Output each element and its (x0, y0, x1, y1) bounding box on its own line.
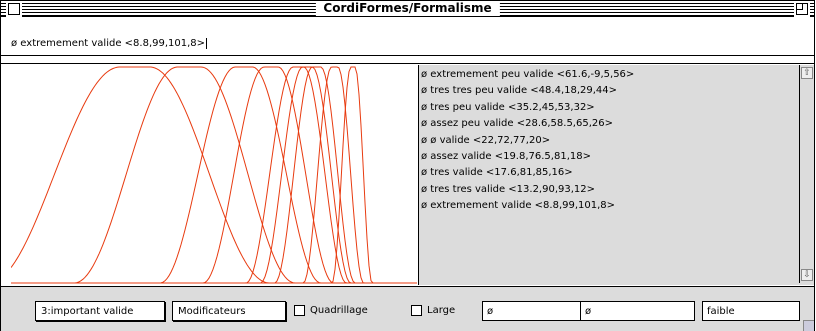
list-item[interactable]: ø tres tres valide <13.2,90,93,12> (421, 182, 799, 198)
grid-checkbox-box[interactable] (294, 304, 305, 316)
text-cursor (206, 37, 208, 49)
close-box-icon[interactable] (8, 3, 20, 15)
list-item[interactable]: ø assez valide <19.8,76.5,81,18> (421, 149, 799, 165)
list-item[interactable]: ø tres tres peu valide <48.4,18,29,44> (421, 83, 799, 99)
window-title: CordiFormes/Formalisme (315, 1, 500, 16)
resize-corner-icon[interactable] (803, 320, 814, 331)
membership-functions-graph[interactable] (11, 65, 417, 285)
large-checkbox-box[interactable] (411, 304, 422, 316)
parameter-field-3[interactable]: faible (702, 301, 800, 321)
membership-curve-4 (11, 66, 417, 284)
membership-curve-3 (11, 66, 417, 284)
selected-term-field[interactable]: ø extremement valide <8.8,99,101,8> (11, 36, 253, 52)
list-item[interactable]: ø extremement valide <8.8,99,101,8> (421, 198, 799, 214)
separator (1, 63, 814, 64)
importance-mode-button[interactable]: 3:important valide (35, 301, 165, 321)
bottom-toolbar: 3:important valide Modificateurs Quadril… (1, 286, 814, 331)
membership-curve-5 (11, 66, 417, 284)
membership-curve-7 (11, 66, 417, 284)
membership-curve-2 (11, 66, 417, 284)
scroll-down-arrow-icon[interactable]: ⇩ (801, 269, 813, 281)
list-item[interactable]: ø tres valide <17.6,81,85,16> (421, 165, 799, 181)
membership-curve-6 (11, 66, 417, 284)
parameter-field-2[interactable]: ø (580, 301, 695, 321)
terms-list-pane: ø extremement peu valide <61.6,-9,5,56> … (418, 65, 814, 285)
modifiers-button[interactable]: Modificateurs (172, 301, 286, 321)
list-item[interactable]: ø assez peu valide <28.6,58.5,65,26> (421, 116, 799, 132)
zoom-box-icon[interactable] (796, 3, 808, 15)
list-scrollbar[interactable]: ⇧ ⇩ (799, 65, 814, 283)
separator (1, 55, 814, 56)
membership-curve-1 (11, 66, 417, 284)
list-item[interactable]: ø ø valide <22,72,77,20> (421, 133, 799, 149)
membership-curve-8 (11, 66, 417, 284)
scroll-up-arrow-icon[interactable]: ⇧ (801, 67, 813, 79)
grid-checkbox[interactable]: Quadrillage (294, 304, 368, 318)
terms-list: ø extremement peu valide <61.6,-9,5,56> … (421, 67, 799, 281)
list-item[interactable]: ø tres peu valide <35.2,45,53,32> (421, 100, 799, 116)
title-bar[interactable]: CordiFormes/Formalisme (1, 1, 814, 17)
curves-canvas (11, 66, 417, 284)
selected-term-text: ø extremement valide <8.8,99,101,8> (11, 38, 206, 49)
app-window: CordiFormes/Formalisme ø extremement val… (0, 0, 815, 331)
grid-checkbox-label: Quadrillage (310, 305, 368, 316)
large-checkbox[interactable]: Large (411, 304, 455, 318)
large-checkbox-label: Large (427, 305, 456, 316)
list-item[interactable]: ø extremement peu valide <61.6,-9,5,56> (421, 67, 799, 83)
membership-curve-0 (11, 66, 417, 284)
